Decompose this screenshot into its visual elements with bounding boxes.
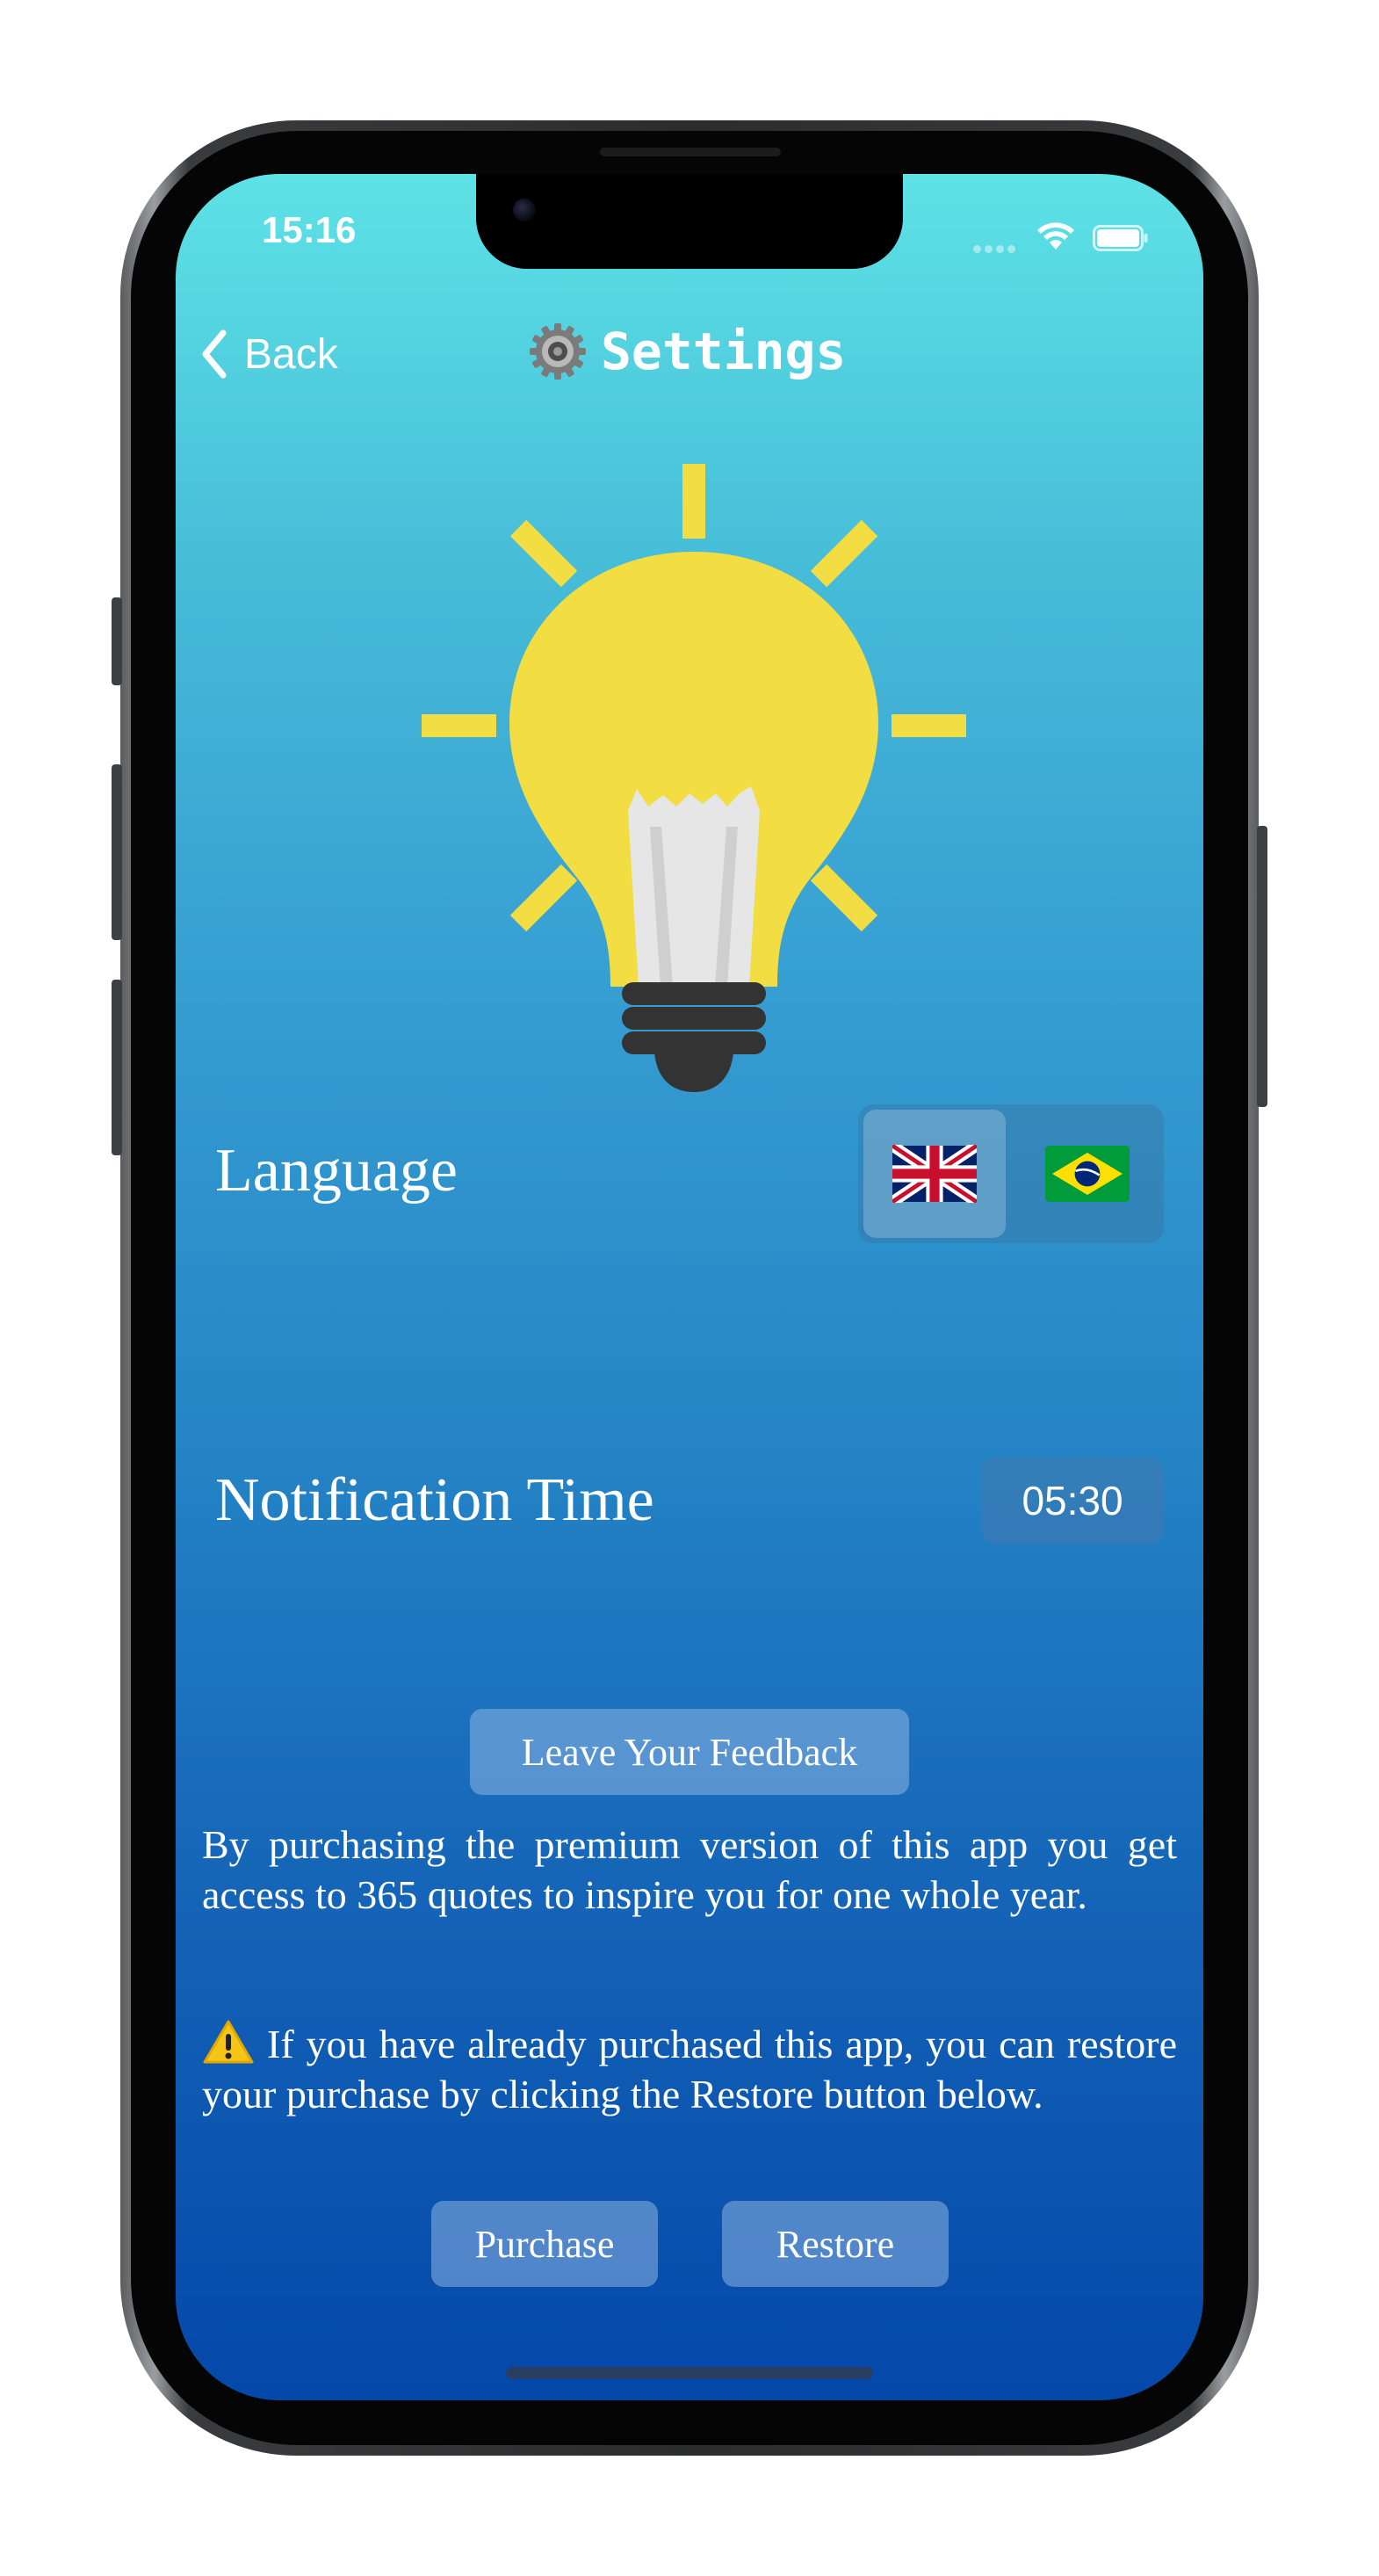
earpiece-speaker [600,148,781,156]
lightbulb-icon [422,464,966,1092]
gear-icon [530,323,586,380]
volume-down-button [112,980,122,1155]
notification-time-picker[interactable]: 05:30 [981,1457,1164,1545]
notification-time-label: Notification Time [215,1466,654,1534]
cellular-signal-icon [973,240,1021,253]
wifi-icon [1037,222,1074,250]
language-label: Language [215,1137,458,1205]
uk-flag-icon [892,1145,977,1203]
brazil-flag-icon [1045,1146,1130,1202]
app-screen: 15:16 Back Settings Language Notificatio… [176,174,1203,2400]
page-title-container: Settings [527,315,846,388]
restore-button[interactable]: Restore [722,2201,949,2287]
warning-icon [203,2020,254,2064]
restore-description-text: If you have already purchased this app, … [202,2022,1177,2117]
chevron-left-icon [202,329,227,379]
volume-up-button [112,764,122,940]
restore-description: If you have already purchased this app, … [202,2019,1177,2119]
battery-icon [1093,225,1148,251]
language-selector[interactable] [858,1104,1164,1243]
page-title: Settings [601,322,847,381]
language-option-english[interactable] [863,1110,1006,1238]
home-indicator[interactable] [506,2367,873,2379]
power-button [1257,826,1267,1107]
front-camera [513,199,536,221]
back-label: Back [244,330,338,378]
purchase-button[interactable]: Purchase [431,2201,658,2287]
status-time: 15:16 [262,209,357,250]
silent-switch [112,597,122,685]
premium-description: By purchasing the premium version of thi… [202,1822,1177,1917]
notch [476,174,903,269]
leave-feedback-button[interactable]: Leave Your Feedback [470,1709,909,1795]
language-option-portuguese[interactable] [1016,1110,1159,1238]
back-button[interactable]: Back [197,323,338,385]
